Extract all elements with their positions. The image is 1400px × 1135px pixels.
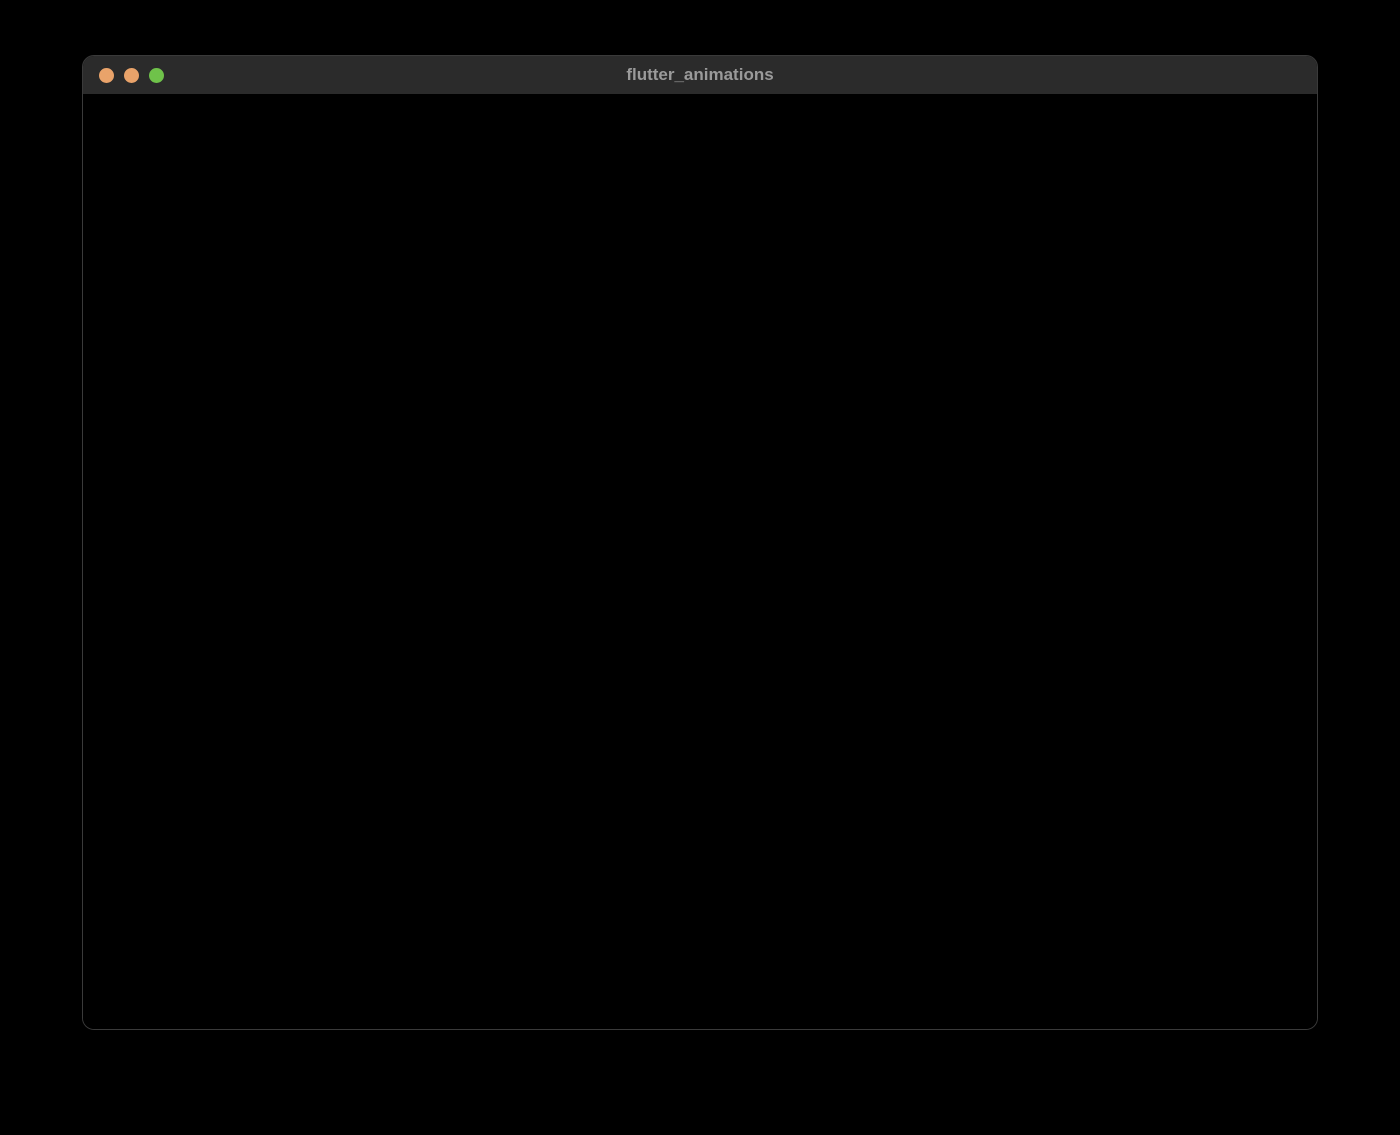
app-window: flutter_animations <box>82 55 1318 1030</box>
close-button[interactable] <box>99 68 114 83</box>
window-content <box>83 94 1317 1029</box>
minimize-button[interactable] <box>124 68 139 83</box>
traffic-lights <box>83 68 164 83</box>
maximize-button[interactable] <box>149 68 164 83</box>
window-title: flutter_animations <box>83 65 1317 85</box>
window-titlebar[interactable]: flutter_animations <box>83 56 1317 94</box>
